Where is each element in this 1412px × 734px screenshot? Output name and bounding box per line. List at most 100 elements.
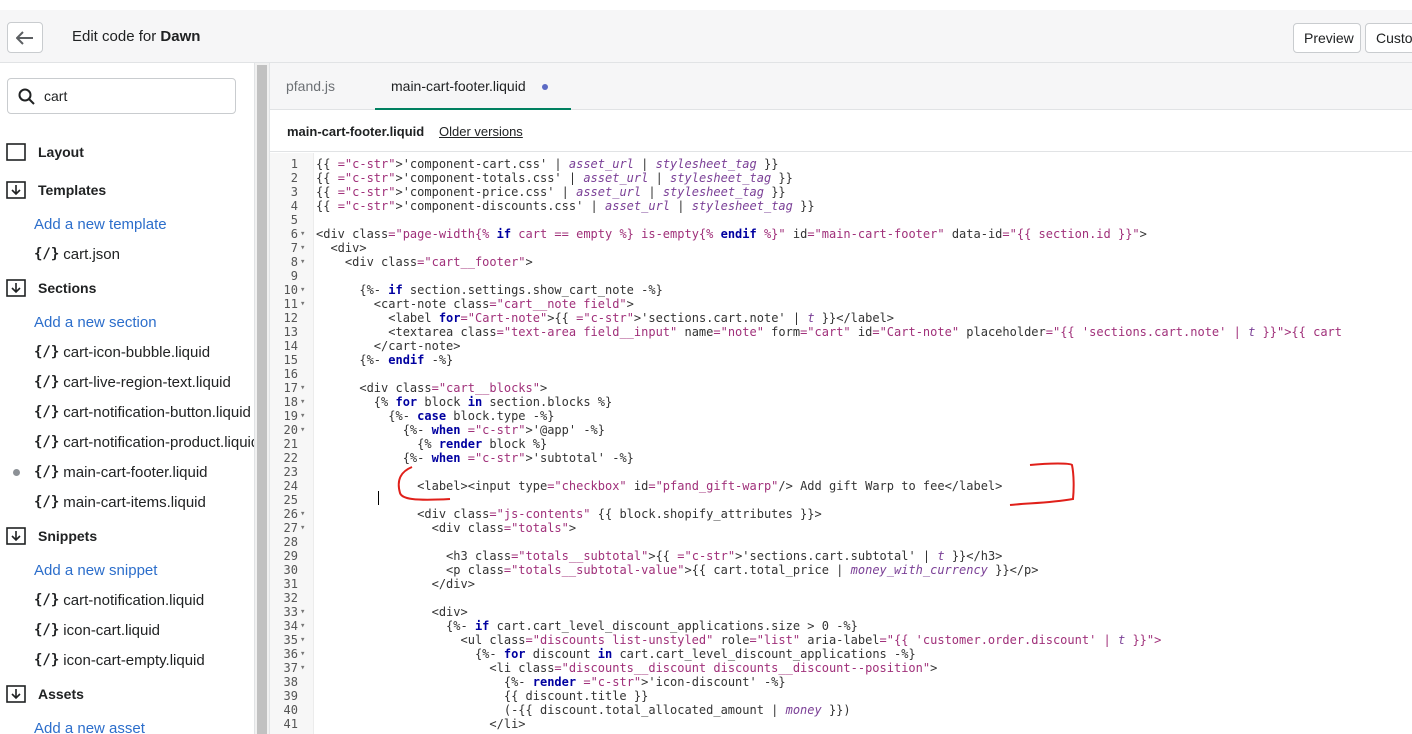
file-item[interactable]: {/} cart-notification.liquid: [0, 585, 254, 615]
code-line[interactable]: 23: [270, 465, 1412, 479]
fold-arrow-icon[interactable]: ▾: [300, 661, 305, 675]
fold-arrow-icon[interactable]: ▾: [300, 227, 305, 241]
code-line[interactable]: 15 {%- endif -%}: [270, 353, 1412, 367]
fold-arrow-icon[interactable]: ▾: [300, 409, 305, 423]
customize-button[interactable]: Customize: [1365, 23, 1412, 53]
line-number: 28: [283, 535, 298, 549]
code-line[interactable]: 12 <label for="Cart-note">{{ ="c-str">'s…: [270, 311, 1412, 325]
file-search[interactable]: [7, 78, 236, 114]
code-line[interactable]: 22 {%- when ="c-str">'subtotal' -%}: [270, 451, 1412, 465]
code-line[interactable]: 7 ▾ <div>: [270, 241, 1412, 255]
fold-arrow-icon[interactable]: ▾: [300, 423, 305, 437]
code-line[interactable]: 31 </div>: [270, 577, 1412, 591]
file-item[interactable]: {/} icon-cart-empty.liquid: [0, 645, 254, 675]
code-line[interactable]: 2 {{ ="c-str">'component-totals.css' | as…: [270, 171, 1412, 185]
group-templates[interactable]: Templates: [0, 171, 254, 209]
code-line[interactable]: 28: [270, 535, 1412, 549]
code-line[interactable]: 38 {%- render ="c-str">'icon-discount' -…: [270, 675, 1412, 689]
code-line[interactable]: 39 {{ discount.title }}: [270, 689, 1412, 703]
code-line[interactable]: 19 ▾ {%- case block.type -%}: [270, 409, 1412, 423]
code-line[interactable]: 10 ▾ {%- if section.settings.show_cart_no…: [270, 283, 1412, 297]
search-input[interactable]: [44, 87, 224, 105]
fold-arrow-icon[interactable]: ▾: [300, 297, 305, 311]
file-item[interactable]: {/} cart.json: [0, 239, 254, 269]
tab-main-cart-footer[interactable]: main-cart-footer.liquid: [375, 63, 571, 110]
sidebar-scrollbar[interactable]: [254, 63, 270, 734]
code-line[interactable]: 30 <p class="totals__subtotal-value">{{ …: [270, 563, 1412, 577]
file-item[interactable]: {/} cart-live-region-text.liquid: [0, 367, 254, 397]
code-line[interactable]: 4 {{ ="c-str">'component-discounts.css' |…: [270, 199, 1412, 213]
line-number: 33: [283, 605, 298, 619]
file-item[interactable]: {/} icon-cart.liquid: [0, 615, 254, 645]
code-line[interactable]: 1 {{ ="c-str">'component-cart.css' | asse…: [270, 157, 1412, 171]
fold-arrow-icon[interactable]: ▾: [300, 619, 305, 633]
theme-name: Dawn: [160, 28, 201, 45]
fold-arrow-icon[interactable]: ▾: [300, 255, 305, 269]
file-name: main-cart-footer.liquid: [287, 124, 425, 139]
file-item[interactable]: {/} main-cart-items.liquid: [0, 487, 254, 517]
fold-arrow-icon[interactable]: ▾: [300, 647, 305, 661]
code-line[interactable]: 14 </cart-note>: [270, 339, 1412, 353]
code-line[interactable]: 25: [270, 493, 1412, 507]
group-layout[interactable]: Layout: [0, 133, 254, 171]
code-line[interactable]: 24 <label><input type="checkbox" id="pfa…: [270, 479, 1412, 493]
fold-arrow-icon[interactable]: ▾: [300, 633, 305, 647]
code-line[interactable]: 26 ▾ <div class="js-contents" {{ block.sh…: [270, 507, 1412, 521]
code-file-icon: {/}: [34, 652, 60, 668]
code-line[interactable]: 5: [270, 213, 1412, 227]
add-asset-link[interactable]: Add a new asset: [0, 713, 254, 734]
code-line[interactable]: 32: [270, 591, 1412, 605]
fold-arrow-icon[interactable]: ▾: [300, 381, 305, 395]
fold-arrow-icon[interactable]: ▾: [300, 395, 305, 409]
page-title-prefix: Edit code for: [72, 28, 157, 45]
code-area[interactable]: 1 {{ ="c-str">'component-cart.css' | asse…: [270, 153, 1412, 734]
code-line[interactable]: 11 ▾ <cart-note class="cart__note field">: [270, 297, 1412, 311]
line-number: 23: [283, 465, 298, 479]
code-line[interactable]: 29 <h3 class="totals__subtotal">{{ ="c-s…: [270, 549, 1412, 563]
code-text: (-{{ discount.total_allocated_amount | m…: [316, 703, 851, 717]
fold-arrow-icon[interactable]: ▾: [300, 241, 305, 255]
code-line[interactable]: 41 </li>: [270, 717, 1412, 731]
add-section-link[interactable]: Add a new section: [0, 307, 254, 337]
code-line[interactable]: 36 ▾ {%- for discount in cart.cart_level_…: [270, 647, 1412, 661]
file-item[interactable]: {/} cart-icon-bubble.liquid: [0, 337, 254, 367]
tab-pfand-js[interactable]: pfand.js: [286, 63, 335, 110]
code-line[interactable]: 20 ▾ {%- when ="c-str">'@app' -%}: [270, 423, 1412, 437]
code-line[interactable]: 27 ▾ <div class="totals">: [270, 521, 1412, 535]
fold-arrow-icon[interactable]: ▾: [300, 507, 305, 521]
code-line[interactable]: 16: [270, 367, 1412, 381]
code-text: <div class="cart__blocks">: [316, 381, 548, 395]
group-sections[interactable]: Sections: [0, 269, 254, 307]
code-line[interactable]: 3 {{ ="c-str">'component-price.css' | ass…: [270, 185, 1412, 199]
fold-arrow-icon[interactable]: ▾: [300, 605, 305, 619]
group-assets[interactable]: Assets: [0, 675, 254, 713]
code-line[interactable]: 8 ▾ <div class="cart__footer">: [270, 255, 1412, 269]
code-line[interactable]: 18 ▾ {% for block in section.blocks %}: [270, 395, 1412, 409]
scrollbar-thumb[interactable]: [257, 65, 267, 734]
code-file-icon: {/}: [34, 344, 60, 360]
code-line[interactable]: 17 ▾ <div class="cart__blocks">: [270, 381, 1412, 395]
code-line[interactable]: 13 <textarea class="text-area field__inp…: [270, 325, 1412, 339]
older-versions-link[interactable]: Older versions: [439, 124, 523, 139]
fold-arrow-icon[interactable]: ▾: [300, 521, 305, 535]
preview-button[interactable]: Preview: [1293, 23, 1361, 53]
code-line[interactable]: 6 ▾ <div class="page-width{% if cart == em…: [270, 227, 1412, 241]
fold-arrow-icon[interactable]: ▾: [300, 283, 305, 297]
code-text: <h3 class="totals__subtotal">{{ ="c-str"…: [316, 549, 1003, 563]
file-item[interactable]: {/} cart-notification-button.liquid: [0, 397, 254, 427]
code-text: {% render block %}: [316, 437, 548, 451]
code-line[interactable]: 37 ▾ <li class="discounts__discount disco…: [270, 661, 1412, 675]
group-snippets[interactable]: Snippets: [0, 517, 254, 555]
add-template-link[interactable]: Add a new template: [0, 209, 254, 239]
file-item[interactable]: {/} cart-notification-product.liquid: [0, 427, 254, 457]
add-snippet-link[interactable]: Add a new snippet: [0, 555, 254, 585]
code-line[interactable]: 21 {% render block %}: [270, 437, 1412, 451]
code-line[interactable]: 9: [270, 269, 1412, 283]
back-button[interactable]: [7, 22, 43, 53]
group-label: Templates: [38, 182, 107, 198]
file-item-active[interactable]: {/} main-cart-footer.liquid: [0, 457, 254, 487]
code-line[interactable]: 40 (-{{ discount.total_allocated_amount …: [270, 703, 1412, 717]
code-line[interactable]: 33 ▾ <div>: [270, 605, 1412, 619]
code-line[interactable]: 35 ▾ <ul class="discounts list-unstyled" …: [270, 633, 1412, 647]
code-line[interactable]: 34 ▾ {%- if cart.cart_level_discount_appl…: [270, 619, 1412, 633]
